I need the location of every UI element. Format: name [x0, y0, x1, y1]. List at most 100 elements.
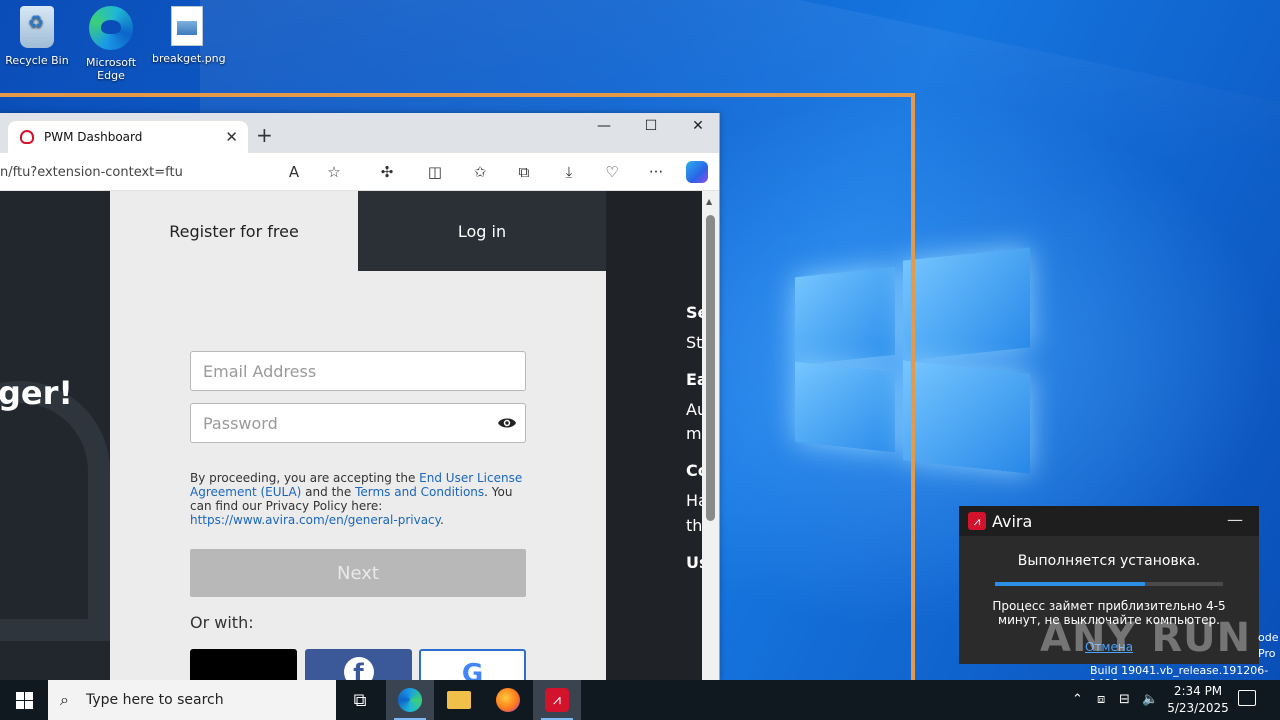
desktop-icon-label: breakget.png [152, 52, 226, 65]
feature-text: Ea [686, 370, 702, 389]
edge-icon [89, 6, 133, 50]
folder-icon [447, 691, 471, 709]
avira-popup-header: ⩘ Avira — [959, 506, 1259, 536]
email-field[interactable]: Email Address [190, 351, 526, 391]
search-icon: ⌕ [60, 690, 69, 709]
taskbar-edge-button[interactable] [386, 680, 434, 720]
email-placeholder: Email Address [203, 362, 317, 381]
hero-headline: ger! [0, 374, 73, 412]
or-with-label: Or with: [190, 613, 254, 632]
legal-text: and the [301, 485, 356, 499]
google-icon: G [461, 659, 484, 680]
split-screen-icon[interactable]: ◫ [423, 163, 447, 181]
taskbar-firefox-button[interactable] [484, 680, 532, 720]
password-field[interactable]: Password [190, 403, 526, 443]
install-status: Выполняется установка. [1017, 553, 1201, 569]
firefox-icon [496, 688, 520, 712]
downloads-icon[interactable]: ⤓ [557, 163, 581, 181]
show-password-eye-icon[interactable] [497, 413, 517, 433]
clock-date: 5/23/2025 [1167, 701, 1229, 715]
image-file-icon [171, 6, 203, 46]
avira-popup-title: Avira [992, 511, 1033, 531]
start-button[interactable] [0, 680, 48, 720]
volume-icon[interactable]: 🔈 [1142, 692, 1158, 707]
install-progress-bar [995, 582, 1223, 586]
collections-icon[interactable]: ⧉ [512, 163, 536, 181]
address-bar[interactable]: n/ftu?extension-context=ftu [0, 161, 310, 185]
browser-window: PWM Dashboard ✕ + — ☐ ✕ n/ftu?extension-… [0, 113, 720, 680]
facebook-login-button[interactable]: f [305, 649, 412, 680]
minimize-button[interactable]: — [586, 118, 622, 134]
recycle-bin-icon [20, 6, 54, 48]
show-hidden-icons-icon[interactable]: ⌃ [1072, 692, 1083, 707]
favorites-icon[interactable]: ✩ [468, 163, 492, 181]
search-placeholder: Type here to search [86, 692, 224, 708]
close-window-button[interactable]: ✕ [680, 118, 716, 134]
anyrun-watermark: ANY RUN [1040, 615, 1252, 661]
avira-icon: ⩘ [545, 688, 569, 712]
lock-shape-decoration [0, 381, 110, 641]
feature-text: th [686, 516, 702, 535]
page-viewport: ger! Register for free Log in Email Addr… [0, 191, 702, 680]
google-login-button[interactable]: G [419, 649, 526, 680]
taskbar-search-box[interactable]: ⌕ Type here to search [48, 680, 336, 720]
tab-pwm-dashboard[interactable]: PWM Dashboard ✕ [8, 121, 248, 153]
desktop-icon-breakget[interactable]: breakget.png [152, 6, 226, 65]
maximize-button[interactable]: ☐ [633, 118, 669, 134]
copilot-icon[interactable] [686, 161, 708, 183]
scrollbar-thumb[interactable] [706, 215, 715, 521]
edge-icon [398, 688, 422, 712]
terms-link[interactable]: Terms and Conditions [355, 485, 484, 499]
taskbar-clock[interactable]: 2:34 PM 5/23/2025 [1162, 683, 1234, 717]
privacy-link[interactable]: https://www.avira.com/en/general-privacy [190, 513, 440, 527]
avira-favicon-icon [20, 130, 34, 144]
meet-now-icon[interactable]: ⧈ [1097, 692, 1105, 707]
left-hero-panel: ger! [0, 191, 110, 680]
password-placeholder: Password [203, 414, 278, 433]
auth-card: Register for free Log in Email Address P… [110, 191, 606, 680]
desktop-icon-recycle-bin[interactable]: Recycle Bin [2, 6, 72, 67]
install-progress-fill [995, 582, 1146, 586]
feature-text: Se [686, 303, 702, 322]
legal-text: By proceeding, you are accepting the [190, 471, 420, 485]
more-icon[interactable]: ··· [644, 163, 668, 181]
close-tab-icon[interactable]: ✕ [225, 128, 238, 146]
page-scrollbar[interactable]: ▲ [702, 191, 719, 680]
edition-text: Pro [1258, 647, 1276, 660]
avira-logo-icon: ⩘ [968, 512, 986, 530]
network-icon[interactable]: ⊟ [1119, 692, 1130, 707]
desktop-icon-edge[interactable]: Microsoft Edge [76, 6, 146, 82]
tab-title: PWM Dashboard [44, 130, 143, 144]
task-view-icon[interactable]: ⧉ [336, 680, 384, 720]
address-toolbar: n/ftu?extension-context=ftu A ☆ ✣ ◫ ✩ ⧉ … [0, 153, 719, 191]
desktop-icon-label: Recycle Bin [5, 54, 69, 67]
desktop-icon-label: Microsoft Edge [85, 56, 137, 82]
minimize-popup-button[interactable]: — [1227, 510, 1243, 529]
selection-border-right [911, 93, 915, 680]
taskbar-avira-button[interactable]: ⩘ [533, 680, 581, 720]
feature-text: Au [686, 400, 702, 419]
right-feature-panel: Se St Ea Au m Co Ha th Us [606, 191, 702, 680]
extensions-icon[interactable]: ✣ [375, 163, 399, 181]
feature-text: m [686, 424, 702, 443]
apple-login-button[interactable] [190, 649, 297, 680]
feature-text: St [686, 333, 702, 352]
edition-text: ode [1258, 631, 1279, 644]
new-tab-button[interactable]: + [256, 123, 273, 147]
tab-register[interactable]: Register for free [110, 191, 358, 271]
taskbar-file-explorer-button[interactable] [435, 680, 483, 720]
clock-time: 2:34 PM [1173, 684, 1223, 698]
notifications-icon[interactable] [1238, 690, 1256, 706]
read-aloud-icon[interactable]: A [282, 163, 306, 181]
favorite-star-icon[interactable]: ☆ [322, 163, 346, 181]
tab-login[interactable]: Log in [358, 191, 606, 271]
browser-essentials-icon[interactable]: ♡ [600, 163, 624, 181]
scroll-up-arrow-icon[interactable]: ▲ [706, 197, 712, 206]
taskbar: ⌕ Type here to search ⧉ ⩘ ⌃ ⧈ ⊟ 🔈 2:34 P… [0, 680, 1280, 720]
selection-border-top [0, 93, 915, 97]
feature-text: Ha [686, 491, 702, 510]
browser-titlebar: PWM Dashboard ✕ + — ☐ ✕ [0, 113, 719, 153]
next-button[interactable]: Next [190, 549, 526, 597]
facebook-icon: f [343, 657, 374, 680]
feature-text: Co [686, 461, 702, 480]
